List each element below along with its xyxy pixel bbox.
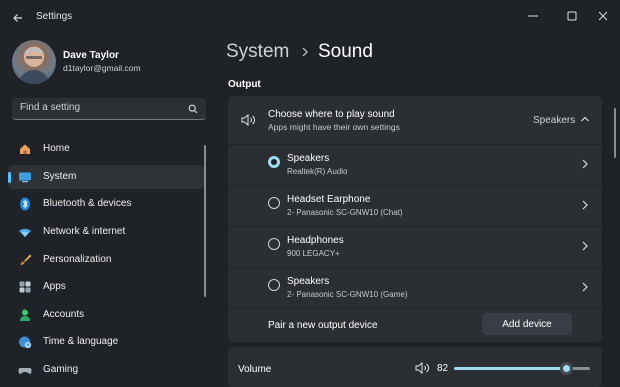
search-icon[interactable] (188, 104, 198, 114)
breadcrumb-system[interactable]: System (226, 41, 289, 63)
sidebar-item-system[interactable]: System (8, 165, 204, 189)
device-radio[interactable] (268, 279, 280, 291)
choose-output-title: Choose where to play sound (268, 109, 395, 120)
close-icon (598, 11, 608, 21)
choose-output-subtitle: Apps might have their own settings (268, 122, 400, 132)
minimize-icon (528, 15, 538, 17)
brush-icon (20, 254, 32, 265)
sidebar-item-label: Personalization (43, 254, 112, 265)
avatar[interactable] (12, 40, 56, 84)
add-device-button[interactable]: Add device (482, 313, 572, 335)
apps-icon (19, 281, 31, 293)
volume-row: Volume 82 (228, 347, 602, 387)
device-detail: Realtek(R) Audio (287, 167, 348, 176)
active-indicator (8, 172, 11, 183)
bluetooth-icon (20, 197, 30, 211)
app-title: Settings (36, 11, 73, 22)
chevron-up-icon[interactable] (580, 115, 590, 123)
breadcrumb-chevron-icon (302, 47, 308, 57)
monitor-icon (19, 172, 31, 183)
home-icon (20, 144, 30, 154)
sidebar-item-label: Apps (43, 281, 66, 292)
maximize-button[interactable] (560, 5, 584, 25)
volume-slider[interactable] (454, 362, 590, 375)
sidebar-item-home[interactable]: Home (8, 137, 204, 161)
sidebar-item-time-language[interactable]: Time & language (8, 330, 204, 354)
title-bar: Settings (0, 0, 620, 34)
device-radio[interactable] (268, 197, 280, 209)
sidebar-item-label: Bluetooth & devices (43, 198, 132, 209)
output-device-row[interactable]: Speakers 2- Panasonic SC-GNW10 (Game) (228, 268, 602, 308)
device-detail: 2- Panasonic SC-GNW10 (Chat) (287, 208, 403, 217)
volume-icon[interactable] (414, 361, 430, 375)
sidebar-item-label: Accounts (43, 309, 85, 320)
page-title: Sound (318, 41, 373, 62)
user-email: d1taylor@gmail.com (63, 63, 141, 73)
sidebar-item-label: Gaming (43, 364, 79, 375)
output-device-row[interactable]: Headset Earphone 2- Panasonic SC-GNW10 (… (228, 186, 602, 226)
volume-label: Volume (238, 364, 272, 375)
device-detail: 2- Panasonic SC-GNW10 (Game) (287, 290, 408, 299)
search-input[interactable] (20, 102, 180, 113)
back-button[interactable] (10, 10, 26, 26)
wifi-icon (19, 228, 31, 237)
choose-output-header[interactable]: Choose where to play sound Apps might ha… (228, 96, 602, 144)
pair-device-row: Pair a new output device Add device (228, 309, 602, 342)
sidebar-item-network[interactable]: Network & internet (8, 220, 204, 244)
globe-clock-icon (19, 336, 32, 349)
search-box (12, 98, 206, 120)
gamepad-icon (18, 368, 32, 374)
device-name: Speakers (287, 153, 330, 164)
output-device-row[interactable]: Headphones 900 LEGACY+ (228, 227, 602, 267)
chevron-right-icon[interactable] (581, 158, 589, 170)
sidebar-item-gaming[interactable]: Gaming (8, 358, 204, 382)
chevron-right-icon[interactable] (581, 199, 589, 211)
main-scrollbar[interactable] (614, 108, 616, 158)
volume-value: 82 (437, 363, 449, 374)
close-button[interactable] (591, 5, 615, 25)
device-radio-selected[interactable] (268, 156, 280, 168)
sidebar-item-accounts[interactable]: Accounts (8, 303, 204, 327)
chevron-right-icon[interactable] (581, 240, 589, 252)
minimize-button[interactable] (521, 5, 545, 25)
output-device-row[interactable]: Speakers Realtek(R) Audio (228, 145, 602, 185)
back-arrow-icon (13, 14, 22, 22)
sidebar-item-label: Network & internet (43, 226, 126, 237)
device-name: Headset Earphone (287, 194, 371, 205)
user-name: Dave Taylor (63, 50, 119, 61)
sidebar-scrollbar[interactable] (204, 145, 206, 297)
user-photo-icon (18, 48, 50, 84)
current-output-value: Speakers (533, 115, 576, 126)
sidebar-item-personalization[interactable]: Personalization (8, 248, 204, 272)
pair-device-label: Pair a new output device (268, 320, 378, 331)
sidebar-item-apps[interactable]: Apps (8, 275, 204, 299)
section-heading-output: Output (228, 79, 261, 90)
device-detail: 900 LEGACY+ (287, 249, 340, 258)
device-radio[interactable] (268, 238, 280, 250)
device-name: Speakers (287, 276, 330, 287)
sidebar-item-label: System (43, 171, 77, 182)
volume-slider-thumb[interactable] (559, 362, 573, 375)
sidebar-item-bluetooth[interactable]: Bluetooth & devices (8, 192, 204, 216)
speaker-icon (241, 113, 255, 127)
sidebar-item-label: Time & language (43, 336, 119, 347)
chevron-right-icon[interactable] (581, 281, 589, 293)
maximize-icon (567, 11, 577, 21)
sidebar-item-label: Home (43, 143, 70, 154)
person-icon (20, 309, 30, 321)
volume-slider-fill (454, 367, 566, 370)
device-name: Headphones (287, 235, 344, 246)
